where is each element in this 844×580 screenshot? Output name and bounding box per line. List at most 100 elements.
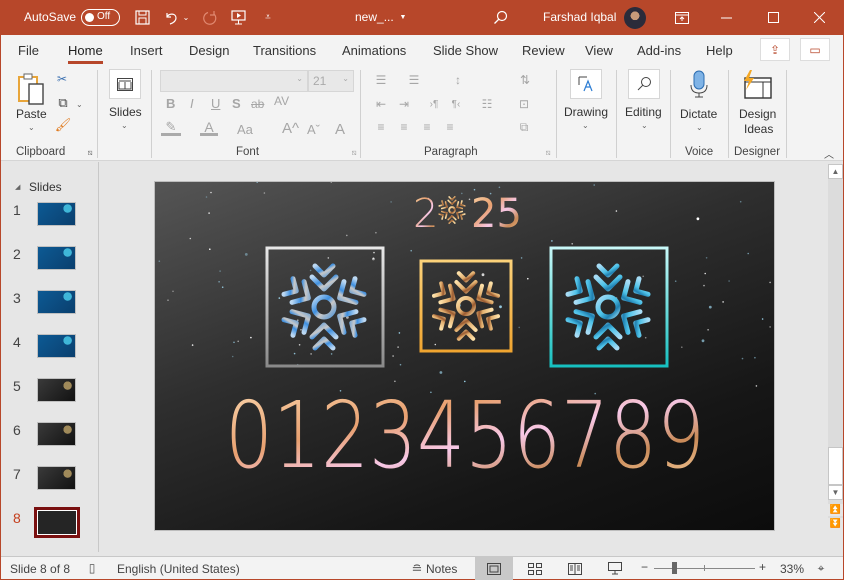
design-ideas-label-1[interactable]: Design (739, 107, 776, 121)
notes-button[interactable]: Notes (426, 562, 457, 576)
slideshow-view-button[interactable] (596, 557, 634, 580)
dictate-dropdown-icon[interactable]: ⌄ (696, 123, 703, 132)
undo-icon[interactable] (163, 9, 180, 26)
share-button[interactable]: ⇪ (760, 38, 790, 61)
save-icon[interactable] (134, 9, 151, 26)
copy-icon[interactable]: ⧉ (55, 95, 71, 111)
rtl-icon[interactable]: ¶‹ (447, 96, 465, 112)
slide-canvas[interactable]: 2 25 0123456789 (154, 181, 775, 531)
bullets-icon[interactable]: ☰ (372, 72, 390, 88)
language-indicator[interactable]: English (United States) (117, 562, 240, 576)
change-case-button[interactable]: Aa (237, 122, 253, 137)
user-avatar[interactable] (624, 7, 646, 29)
slides-label[interactable]: Slides (109, 105, 142, 119)
slides-dropdown-icon[interactable]: ⌄ (121, 121, 128, 130)
dictate-label[interactable]: Dictate (680, 107, 717, 121)
design-ideas-icon[interactable] (741, 69, 773, 101)
undo-dropdown-icon[interactable]: ⌄ (182, 12, 190, 22)
slide-sorter-button[interactable] (516, 557, 554, 580)
collapse-triangle-icon[interactable]: ◢ (15, 183, 20, 191)
previous-slide-icon[interactable]: ⏫ (828, 504, 843, 516)
drawing-button[interactable] (570, 69, 602, 99)
highlight-icon[interactable]: ✎ (161, 119, 181, 136)
fit-to-window-icon[interactable]: ⌖ (813, 560, 829, 576)
character-spacing-button[interactable]: AV (274, 94, 289, 108)
columns-icon[interactable]: ☷ (478, 96, 496, 112)
increase-font-button[interactable]: A^ (282, 120, 299, 137)
font-size-combo[interactable]: 21 ⌄ (308, 70, 354, 92)
collapse-ribbon-icon[interactable]: ︿ (823, 147, 835, 161)
tab-review[interactable]: Review (522, 43, 565, 58)
new-slide-button[interactable] (109, 69, 141, 99)
numbering-icon[interactable]: ☰ (405, 72, 423, 88)
underline-button[interactable]: U (211, 96, 220, 111)
tab-home[interactable]: Home (68, 43, 103, 64)
slide-thumbnail-7[interactable] (37, 466, 76, 490)
autosave-toggle[interactable]: Off (81, 9, 120, 26)
ltr-icon[interactable]: ›¶ (425, 96, 443, 112)
paste-label[interactable]: Paste (16, 107, 47, 121)
slide-thumbnail-1[interactable] (37, 202, 76, 226)
editing-button[interactable] (628, 69, 660, 99)
align-right-icon[interactable]: ≡ (418, 119, 436, 135)
paste-dropdown-icon[interactable]: ⌄ (28, 123, 35, 132)
tab-add-ins[interactable]: Add-ins (637, 43, 681, 58)
filename-dropdown-icon[interactable]: ▼ (399, 13, 407, 21)
tab-help[interactable]: Help (706, 43, 733, 58)
smartart-icon[interactable]: ⧉ (515, 119, 533, 135)
tab-animations[interactable]: Animations (342, 43, 406, 58)
notes-icon[interactable]: ≘ (408, 561, 426, 576)
slide-thumbnail-3[interactable] (37, 290, 76, 314)
justify-icon[interactable]: ≡ (441, 119, 459, 135)
drawing-label[interactable]: Drawing (564, 105, 608, 119)
design-ideas-label-2[interactable]: Ideas (744, 122, 773, 136)
increase-indent-icon[interactable]: ⇥ (395, 96, 413, 112)
slide-thumbnail-4[interactable] (37, 334, 76, 358)
ribbon-display-icon[interactable] (673, 9, 690, 26)
user-name[interactable]: Farshad Iqbal (543, 10, 616, 24)
slide-thumbnail-2[interactable] (37, 246, 76, 270)
slide-thumbnail-6[interactable] (37, 422, 76, 446)
editing-label[interactable]: Editing (625, 105, 662, 119)
customize-qat-icon[interactable]: ⩡ (263, 11, 273, 23)
search-icon[interactable] (492, 9, 509, 26)
redo-icon[interactable] (201, 9, 219, 27)
line-spacing-icon[interactable]: ↕ (449, 72, 467, 88)
drawing-dropdown-icon[interactable]: ⌄ (582, 121, 589, 130)
tab-view[interactable]: View (585, 43, 613, 58)
maximize-icon[interactable] (765, 9, 782, 26)
file-name[interactable]: new_... (355, 10, 394, 24)
bold-button[interactable]: B (166, 96, 175, 111)
shadow-button[interactable]: S (232, 96, 241, 111)
paragraph-launcher-icon[interactable]: ⧅ (543, 148, 553, 158)
copy-dropdown-icon[interactable]: ⌄ (76, 100, 83, 109)
scroll-thumb[interactable] (828, 447, 843, 485)
slide-thumbnail-8[interactable] (34, 507, 80, 538)
minimize-icon[interactable] (718, 9, 735, 26)
scroll-up-button[interactable]: ▲ (828, 164, 843, 179)
zoom-level[interactable]: 33% (780, 562, 804, 576)
align-center-icon[interactable]: ≡ (395, 119, 413, 135)
align-left-icon[interactable]: ≡ (372, 119, 390, 135)
vertical-scrollbar[interactable]: ▲ ▼ ⏫ ⏬ (828, 164, 843, 530)
tab-file[interactable]: File (18, 43, 39, 58)
strikethrough-button[interactable]: ab (251, 97, 264, 111)
normal-view-button[interactable] (475, 557, 513, 580)
next-slide-icon[interactable]: ⏬ (828, 518, 843, 530)
close-icon[interactable] (811, 9, 828, 26)
scroll-down-button[interactable]: ▼ (828, 485, 843, 500)
font-color-icon[interactable]: A (200, 119, 218, 136)
decrease-indent-icon[interactable]: ⇤ (372, 96, 390, 112)
format-painter-icon[interactable]: 🖌 (55, 117, 72, 133)
zoom-out-button[interactable]: − (641, 560, 648, 574)
zoom-slider-thumb[interactable] (672, 562, 678, 574)
comments-button[interactable]: ▭ (800, 38, 830, 61)
clipboard-launcher-icon[interactable]: ⧅ (85, 148, 95, 158)
font-name-combo[interactable]: ⌄ (160, 70, 308, 92)
tab-insert[interactable]: Insert (130, 43, 163, 58)
tab-design[interactable]: Design (189, 43, 229, 58)
cut-icon[interactable]: ✂ (55, 72, 69, 86)
align-text-icon[interactable]: ⊡ (515, 96, 533, 112)
clear-formatting-icon[interactable]: A (331, 120, 349, 138)
tab-slide-show[interactable]: Slide Show (433, 43, 498, 58)
